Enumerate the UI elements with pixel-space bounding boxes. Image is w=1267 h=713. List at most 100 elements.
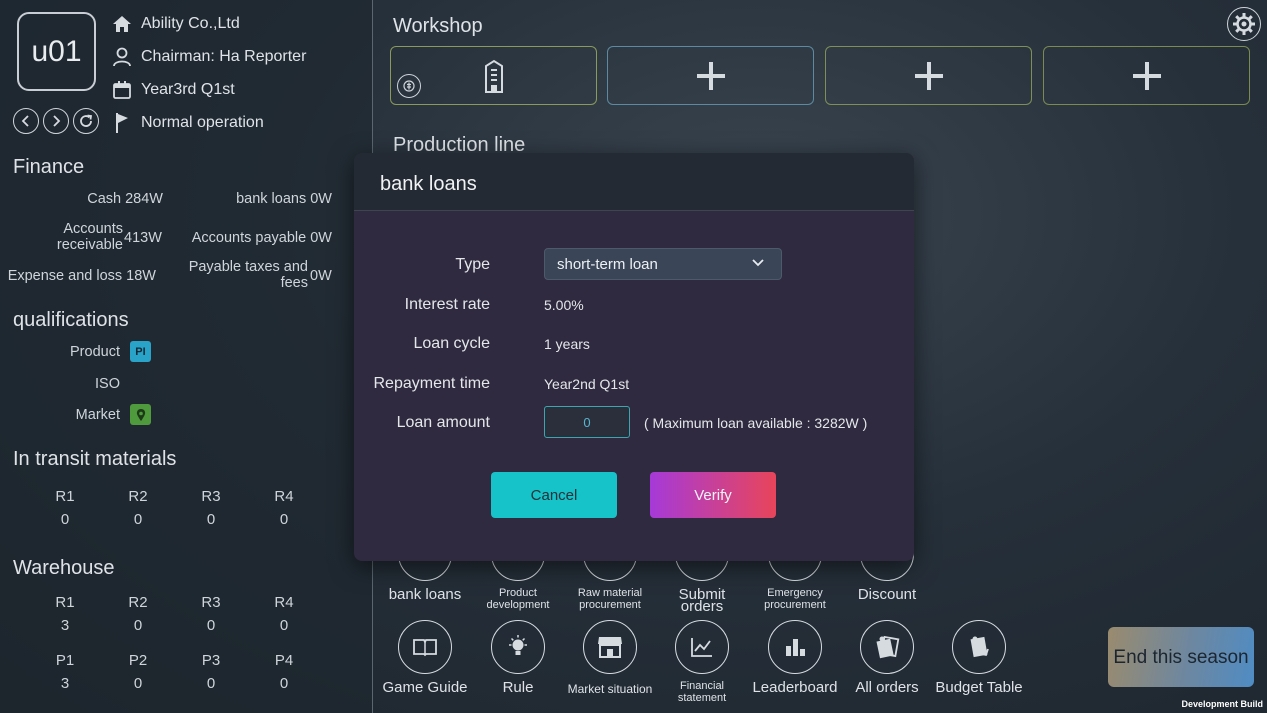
home-icon (111, 13, 133, 35)
transit-r3-value: 0 (206, 511, 216, 528)
cancel-button[interactable]: Cancel (491, 472, 617, 518)
bank-loans-dialog: bank loans Type short-term loan Interest… (354, 153, 914, 561)
warehouse-r2-value: 0 (133, 617, 143, 634)
accounts-payable-value: Accounts payable 0W (191, 230, 332, 246)
tool-label: Leaderboard (752, 679, 838, 696)
transit-r2-name: R2 (128, 488, 148, 505)
warehouse-r3-value: 0 (206, 617, 216, 634)
finance-title: Finance (13, 156, 85, 178)
orders-icon (860, 620, 914, 674)
market-situation-tool[interactable]: Market situation (564, 620, 656, 695)
tool-label: Discount (857, 586, 917, 603)
financial-statement-tool[interactable]: Financial statement (656, 620, 748, 704)
iso-qual-label: ISO (95, 376, 120, 392)
repayment-time-label: Repayment time (373, 375, 491, 392)
game-guide-tool[interactable]: Game Guide (379, 620, 471, 696)
coin-icon (397, 74, 421, 98)
tool-label: Rule (502, 679, 534, 696)
warehouse-p3-name: P3 (201, 652, 221, 669)
product-badge: PI (130, 341, 151, 362)
status-row: Normal operation (111, 111, 264, 135)
warehouse-p4-name: P4 (274, 652, 294, 669)
loan-amount-input[interactable] (544, 406, 630, 438)
tool-label: Game Guide (382, 679, 468, 696)
tool-label: Budget Table (935, 679, 1023, 696)
company-name: Ability Co.,Ltd (141, 15, 240, 32)
payable-taxes-label: Payable taxes and fees (188, 259, 308, 291)
period-row: Year3rd Q1st (111, 78, 235, 102)
tool-label: Emergency procurement (764, 587, 826, 611)
building-icon (484, 59, 503, 93)
transit-r1-value: 0 (60, 511, 70, 528)
loan-type-select[interactable]: short-term loan (544, 248, 782, 280)
user-icon (111, 46, 133, 68)
warehouse-p1-value: 3 (60, 675, 70, 692)
accounts-receivable-value: 413W (124, 230, 162, 246)
qualifications-title: qualifications (13, 309, 129, 331)
warehouse-r4-name: R4 (274, 594, 294, 611)
company-panel: u01 Ability Co.,Ltd Chairman: Ha Reporte… (0, 0, 373, 713)
transit-r2-value: 0 (133, 511, 143, 528)
calendar-icon (111, 79, 133, 101)
workshop-slot-4[interactable] (1043, 46, 1250, 105)
refresh-button[interactable] (73, 108, 99, 134)
budget-table-tool[interactable]: Budget Table (933, 620, 1025, 696)
accounts-receivable-label: Accounts receivable (56, 221, 123, 253)
workshop-title: Workshop (393, 15, 483, 37)
warehouse-p1-name: P1 (55, 652, 75, 669)
workshop-slot-2[interactable] (607, 46, 814, 105)
dialog-header: bank loans (354, 153, 914, 211)
warehouse-r2-name: R2 (128, 594, 148, 611)
tool-label: Product development (486, 587, 550, 611)
all-orders-tool[interactable]: All orders (841, 620, 933, 695)
workshop-slot-1[interactable] (390, 46, 597, 105)
repayment-time-value: Year2nd Q1st (544, 376, 630, 392)
loan-cycle-label: Loan cycle (413, 335, 491, 352)
warehouse-p3-value: 0 (206, 675, 216, 692)
warehouse-r1-value: 3 (60, 617, 70, 634)
refresh-icon (80, 114, 93, 127)
cash-value: Cash 284W (87, 191, 163, 207)
max-loan-note: ( Maximum loan available : 3282W ) (644, 415, 868, 431)
tool-label: bank loans (388, 586, 462, 603)
dev-build-label: Development Build (1181, 699, 1263, 709)
warehouse-p4-value: 0 (279, 675, 289, 692)
chevron-left-icon (21, 115, 29, 127)
next-button[interactable] (43, 108, 69, 134)
company-name-row: Ability Co.,Ltd (111, 12, 240, 36)
interest-rate-value: 5.00% (544, 297, 584, 313)
in-transit-title: In transit materials (13, 448, 177, 470)
loan-cycle-value: 1 years (544, 336, 590, 352)
chevron-right-icon (53, 115, 61, 127)
plus-icon (1132, 61, 1161, 90)
market-qual-label: Market (75, 407, 120, 423)
tool-label: Financial statement (677, 680, 727, 704)
avatar: u01 (17, 12, 96, 91)
workshop-slot-3[interactable] (825, 46, 1032, 105)
payable-taxes-value: 0W (310, 268, 332, 284)
prev-button[interactable] (13, 108, 39, 134)
gear-icon (1233, 13, 1255, 35)
chevron-down-icon (752, 259, 764, 267)
chairman-row: Chairman: Ha Reporter (111, 45, 306, 69)
transit-r1-name: R1 (55, 488, 75, 505)
budget-icon (952, 620, 1006, 674)
line-chart-icon (675, 620, 729, 674)
verify-button[interactable]: Verify (650, 472, 776, 518)
end-season-button[interactable]: End this season (1108, 627, 1254, 687)
book-icon (398, 620, 452, 674)
warehouse-r3-name: R3 (201, 594, 221, 611)
warehouse-title: Warehouse (13, 557, 115, 579)
warehouse-p2-name: P2 (128, 652, 148, 669)
flag-icon (111, 112, 133, 134)
plus-icon (696, 61, 725, 90)
plus-icon (914, 61, 943, 90)
chairman: Chairman: Ha Reporter (141, 48, 307, 65)
leaderboard-tool[interactable]: Leaderboard (749, 620, 841, 696)
tool-label: Market situation (567, 682, 653, 696)
bank-loans-value: bank loans 0W (236, 191, 332, 207)
rule-tool[interactable]: Rule (472, 620, 564, 696)
type-label: Type (455, 256, 490, 273)
settings-button[interactable] (1227, 7, 1261, 41)
loan-amount-label: Loan amount (396, 414, 490, 431)
